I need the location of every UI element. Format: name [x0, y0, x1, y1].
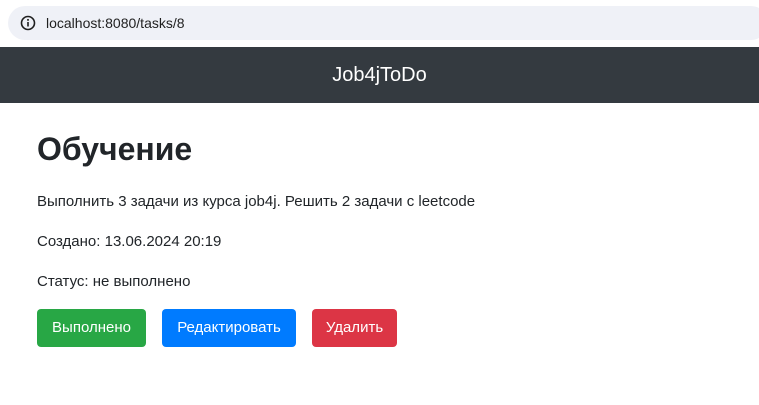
address-bar[interactable]: localhost:8080/tasks/8 — [8, 6, 759, 40]
navbar-brand-link[interactable]: Job4jToDo — [0, 47, 759, 103]
task-created: Создано: 13.06.2024 20:19 — [37, 233, 222, 250]
task-status: Статус: не выполнено — [37, 273, 191, 290]
task-description: Выполнить 3 задачи из курса job4j. Решит… — [37, 193, 476, 210]
browser-toolbar: localhost:8080/tasks/8 — [0, 0, 759, 47]
url-text[interactable]: localhost:8080/tasks/8 — [46, 15, 185, 31]
delete-button[interactable]: Удалить — [312, 309, 397, 347]
mark-done-button[interactable]: Выполнено — [37, 309, 146, 347]
navbar: Job4jToDo — [0, 47, 759, 103]
edit-button[interactable]: Редактировать — [162, 309, 296, 347]
page-title: Обучение — [37, 131, 193, 167]
info-circle-icon[interactable] — [20, 15, 36, 31]
